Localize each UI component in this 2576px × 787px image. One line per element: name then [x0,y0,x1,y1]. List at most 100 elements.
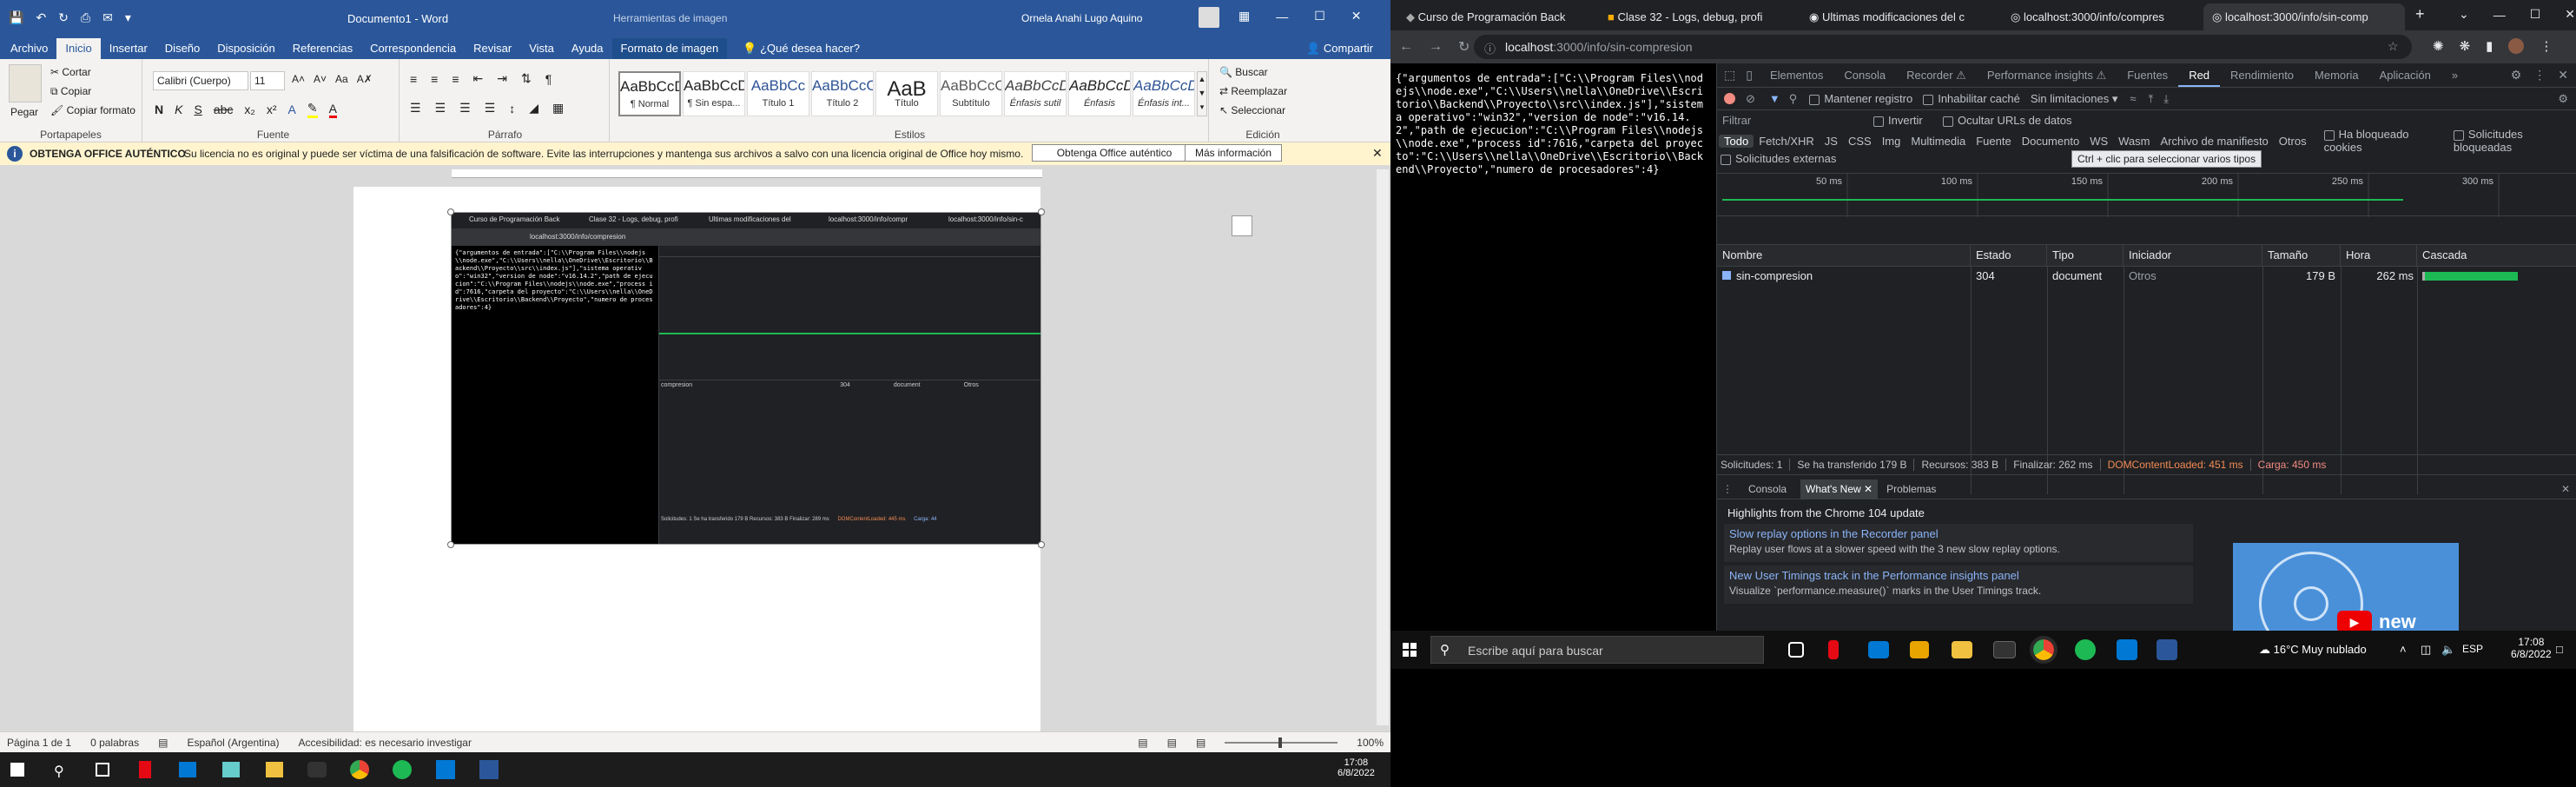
third-party-checkbox[interactable]: Solicitudes externas [1721,152,1836,165]
dt-tab-console[interactable]: Consola [1833,63,1896,87]
side-panel-icon[interactable]: ▮ [2486,38,2493,54]
justify-icon[interactable]: ☰ [485,101,496,116]
throttling-select[interactable]: Sin limitaciones ▾ [2031,92,2117,106]
close-devtools-icon[interactable]: ✕ [2558,68,2568,83]
table-row[interactable]: sin-compresion 304 document Otros 179 B … [1717,267,2576,286]
windows-start-icon[interactable] [1403,643,1417,657]
zoom-thumb[interactable] [1278,737,1283,748]
chrome-icon[interactable] [350,760,369,779]
select-button[interactable]: ↖ Seleccionar [1219,104,1285,116]
windows-start-icon[interactable] [10,763,24,777]
text-effects-icon[interactable]: A [288,103,296,116]
tab-insertar[interactable]: Insertar [101,38,156,59]
epic-icon[interactable] [307,762,327,777]
style-titulo-1[interactable]: AaBbCc Título 1 [747,71,809,116]
mail-icon[interactable] [1868,641,1889,658]
spotify-icon[interactable] [393,760,412,779]
news-item[interactable]: New User Timings track in the Performanc… [1724,565,2193,604]
resize-handle[interactable] [447,541,454,548]
more-info-button[interactable]: Más información [1185,144,1282,162]
tab-formato-imagen[interactable]: Formato de imagen [611,38,728,59]
grow-font-icon[interactable]: A˄ [292,73,305,85]
strikethrough-icon[interactable]: abc [214,103,234,116]
print-icon[interactable]: ⎙ [81,10,90,25]
close-tab-icon[interactable]: ✕ [1864,483,1873,495]
undo-icon[interactable]: ↶ [36,10,46,25]
tray-chevron-icon[interactable]: ˄ [2400,643,2407,656]
filter-wasm[interactable]: Wasm [2113,135,2155,148]
proofing-icon[interactable]: ▤ [158,737,168,749]
close-icon[interactable]: ✕ [2565,7,2575,22]
drawer-menu-icon[interactable]: ⋮ [1722,483,1733,495]
line-spacing-icon[interactable]: ↕ [509,102,515,116]
kebab-menu-icon[interactable]: ⋮ [2533,68,2546,83]
print-layout-icon[interactable]: ▤ [1167,737,1177,749]
hide-data-urls-checkbox[interactable]: Ocultar URLs de datos [1943,114,2072,127]
get-office-button[interactable]: Obtenga Office auténtico [1032,144,1197,162]
underline-icon[interactable]: S [194,103,201,116]
weather[interactable]: ☁ 16°C Muy nublado [2259,643,2367,657]
superscript-icon[interactable]: x² [267,103,277,116]
maximize-icon[interactable]: ☐ [2530,7,2541,22]
taskbar-search-box[interactable]: ⚲ Escribe aquí para buscar [1430,636,1764,664]
tab-vista[interactable]: Vista [520,38,563,59]
dt-tab-elements[interactable]: Elementos [1760,63,1833,87]
blocked-requests-checkbox[interactable]: Solicitudes bloqueadas [2453,128,2576,154]
sort-icon[interactable]: ⇅ [521,71,532,86]
vscode-icon[interactable] [2117,639,2137,660]
dt-tab-sources[interactable]: Fuentes [2117,63,2178,87]
col-initiator[interactable]: Iniciador [2124,245,2262,266]
style-enfasis-intenso[interactable]: AaBbCcDc Énfasis int... [1133,71,1195,116]
ribbon-display-icon[interactable]: ▦ [1238,9,1250,23]
filter-all[interactable]: Todo [1719,134,1754,148]
browser-tab-active[interactable]: ◎ localhost:3000/info/sin-comp [2203,3,2405,30]
bookmark-star-icon[interactable]: ☆ [2388,39,2399,54]
store-icon[interactable] [1910,641,1929,658]
user-name[interactable]: Ornela Anahi Lugo Aquino [1021,12,1142,24]
style-sin-espaciado[interactable]: AaBbCcDc ¶ Sin espa... [683,71,745,116]
close-icon[interactable]: ✕ [1351,9,1362,23]
browser-tab[interactable]: ■ Clase 32 - Logs, debug, profi [1599,3,1800,30]
decrease-indent-icon[interactable]: ⇤ [473,71,484,86]
bold-icon[interactable]: N [155,103,163,116]
resize-handle[interactable] [1038,208,1045,215]
style-titulo-2[interactable]: AaBbCcC Título 2 [811,71,874,116]
increase-indent-icon[interactable]: ⇥ [497,71,507,86]
filter-manifest[interactable]: Archivo de manifiesto [2156,135,2274,148]
bullets-icon[interactable]: ≡ [410,72,417,86]
drawer-tab-whats-new[interactable]: What's New ✕ [1800,479,1879,499]
news-title[interactable]: Slow replay options in the Recorder pane… [1724,524,2193,540]
news-item[interactable]: Slow replay options in the Recorder pane… [1724,524,2193,562]
whats-new-video[interactable]: ▶ new [2233,543,2459,631]
styles-scroll[interactable]: ▲ ▼ ▾ [1197,71,1207,116]
language[interactable]: Español (Argentina) [187,737,279,749]
omnibox[interactable]: ⓘ localhost:3000/info/sin-compresion ☆ [1474,35,2412,59]
profile-avatar[interactable] [2508,38,2525,54]
menu-icon[interactable]: ⋮ [2540,38,2553,54]
find-button[interactable]: 🔍 Buscar [1219,66,1268,78]
col-time[interactable]: Hora [2341,245,2417,266]
shading-icon[interactable]: ◢ [529,101,538,116]
device-toolbar-icon[interactable]: ▯ [1746,68,1753,83]
maximize-icon[interactable]: ☐ [1314,9,1325,23]
resize-handle[interactable] [447,208,454,215]
filter-font[interactable]: Fuente [1971,135,2016,148]
dt-tab-performance[interactable]: Rendimiento [2220,63,2304,87]
dt-tab-recorder[interactable]: Recorder ⚠ [1896,63,1977,87]
search-icon[interactable]: ⚲ [1789,92,1798,106]
avatar[interactable] [1199,7,1219,28]
drawer-tab-issues[interactable]: Problemas [1886,483,1936,495]
tab-revisar[interactable]: Revisar [465,38,520,59]
email-icon[interactable]: ✉ [102,10,113,25]
style-titulo[interactable]: AaB Título [875,71,938,116]
disable-cache-checkbox[interactable]: Inhabilitar caché [1923,92,2020,105]
page-count[interactable]: Página 1 de 1 [7,737,71,749]
browser-tab[interactable]: ◉ Ultimas modificaciones del c [1800,3,2002,30]
filter-fetch[interactable]: Fetch/XHR [1754,135,1820,148]
replace-button[interactable]: ⇄ Reemplazar [1219,85,1287,97]
embedded-screenshot[interactable]: Curso de Programación Back Clase 32 - Lo… [451,212,1041,545]
tab-inicio[interactable]: Inicio [56,38,101,59]
filter-icon[interactable]: ▼ [1769,92,1780,105]
read-mode-icon[interactable]: ▤ [1138,737,1147,749]
tab-search-icon[interactable]: ⌄ [2459,7,2469,22]
